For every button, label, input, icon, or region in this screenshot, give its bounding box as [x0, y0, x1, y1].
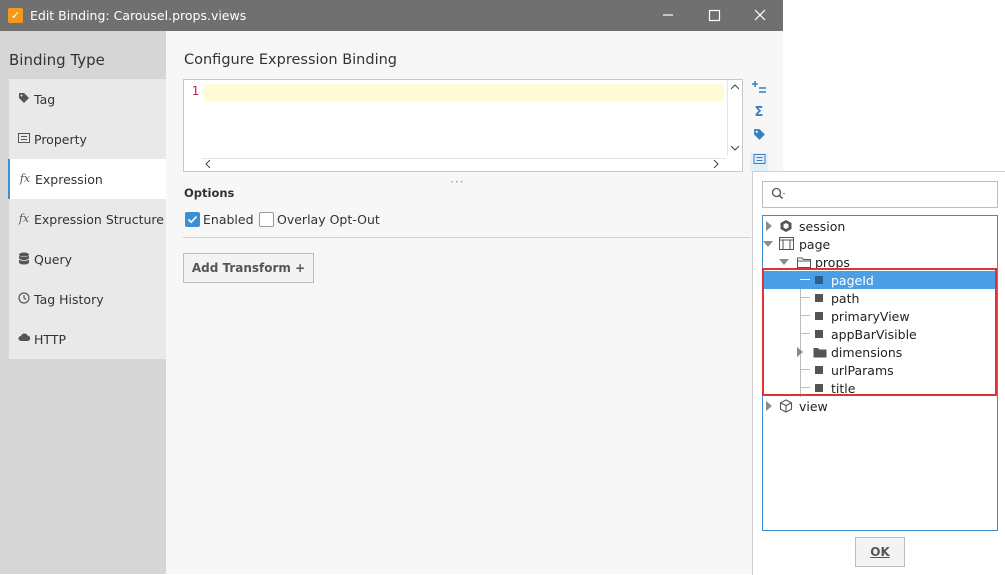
resize-handle[interactable]: ···	[450, 175, 464, 189]
scroll-right-icon[interactable]	[713, 159, 719, 171]
line-gutter: 1	[184, 80, 202, 156]
expression-editor[interactable]: 1	[183, 79, 743, 172]
enabled-checkbox[interactable]	[185, 212, 200, 227]
search-icon	[771, 187, 785, 201]
annotation-highlight-box	[762, 268, 997, 396]
section-title: Configure Expression Binding	[184, 52, 397, 68]
options-title: Options	[184, 186, 235, 200]
page-icon	[779, 237, 794, 253]
database-icon	[17, 252, 31, 266]
ok-button[interactable]: OK	[855, 537, 905, 567]
scroll-down-icon[interactable]	[730, 144, 740, 154]
binding-type-tag[interactable]: Tag	[9, 79, 166, 119]
expand-icon[interactable]	[766, 221, 772, 231]
collapse-icon[interactable]	[779, 259, 789, 265]
tag-icon	[17, 92, 31, 106]
overlay-opt-out-label: Overlay Opt-Out	[277, 212, 380, 227]
binding-type-label: Property	[34, 132, 87, 147]
expand-icon[interactable]	[766, 401, 772, 411]
binding-type-label: Tag History	[34, 292, 104, 307]
tree-node-label: view	[799, 399, 828, 414]
session-icon	[779, 219, 793, 236]
close-icon[interactable]	[748, 4, 772, 26]
checkmark-icon	[187, 215, 198, 224]
binding-type-tag-history[interactable]: Tag History	[9, 279, 166, 319]
maximize-icon[interactable]	[702, 4, 726, 26]
binding-type-list: Tag Property fx Expression fx Expression…	[8, 79, 166, 359]
horizontal-scrollbar[interactable]	[202, 158, 726, 171]
tag-icon[interactable]	[750, 128, 768, 146]
sidebar-title: Binding Type	[9, 51, 105, 69]
edit-binding-dialog: ✓ Edit Binding: Carousel.props.views Bin…	[0, 0, 783, 574]
add-transform-button[interactable]: Add Transform +	[183, 253, 314, 283]
window-title: Edit Binding: Carousel.props.views	[30, 8, 247, 23]
tree-node-session[interactable]: session	[763, 217, 997, 235]
insert-function-icon[interactable]	[750, 79, 768, 97]
fx-icon: fx	[18, 212, 30, 225]
ignition-icon: ✓	[8, 8, 23, 23]
binding-type-label: Tag	[34, 92, 56, 107]
history-icon	[17, 292, 31, 306]
title-bar[interactable]: ✓ Edit Binding: Carousel.props.views	[0, 0, 783, 31]
minimize-icon[interactable]	[656, 4, 680, 26]
line-number: 1	[191, 84, 199, 98]
binding-type-label: Query	[34, 252, 72, 267]
binding-type-sidebar: Binding Type Tag Property fx Expression …	[0, 31, 166, 574]
tree-node-label: page	[799, 237, 831, 252]
binding-type-expression[interactable]: fx Expression	[8, 159, 166, 199]
divider	[183, 237, 751, 238]
cloud-icon	[17, 332, 31, 346]
view-icon	[779, 399, 793, 416]
binding-type-query[interactable]: Query	[9, 239, 166, 279]
tree-node-label: session	[799, 219, 846, 234]
search-input[interactable]	[762, 181, 998, 208]
binding-config-panel: Configure Expression Binding 1 ··· Optio…	[166, 31, 783, 574]
enabled-label: Enabled	[203, 212, 254, 227]
binding-type-label: Expression Structure	[34, 212, 164, 227]
scroll-up-icon[interactable]	[730, 83, 740, 93]
sigma-icon[interactable]: Σ	[750, 104, 768, 122]
tree-node-page[interactable]: page	[763, 235, 997, 253]
tree-node-view[interactable]: view	[763, 397, 997, 415]
scroll-left-icon[interactable]	[205, 159, 211, 171]
binding-type-label: HTTP	[34, 332, 66, 347]
binding-type-property[interactable]: Property	[9, 119, 166, 159]
current-line[interactable]	[204, 84, 724, 101]
binding-type-expression-structure[interactable]: fx Expression Structure	[9, 199, 166, 239]
overlay-opt-out-checkbox[interactable]	[259, 212, 274, 227]
binding-type-http[interactable]: HTTP	[9, 319, 166, 359]
collapse-icon[interactable]	[763, 241, 773, 247]
fx-icon: fx	[19, 172, 31, 185]
property-icon	[17, 132, 31, 146]
property-browser-icon[interactable]	[750, 153, 768, 171]
binding-type-label: Expression	[35, 172, 103, 187]
vertical-scrollbar[interactable]	[727, 80, 742, 156]
